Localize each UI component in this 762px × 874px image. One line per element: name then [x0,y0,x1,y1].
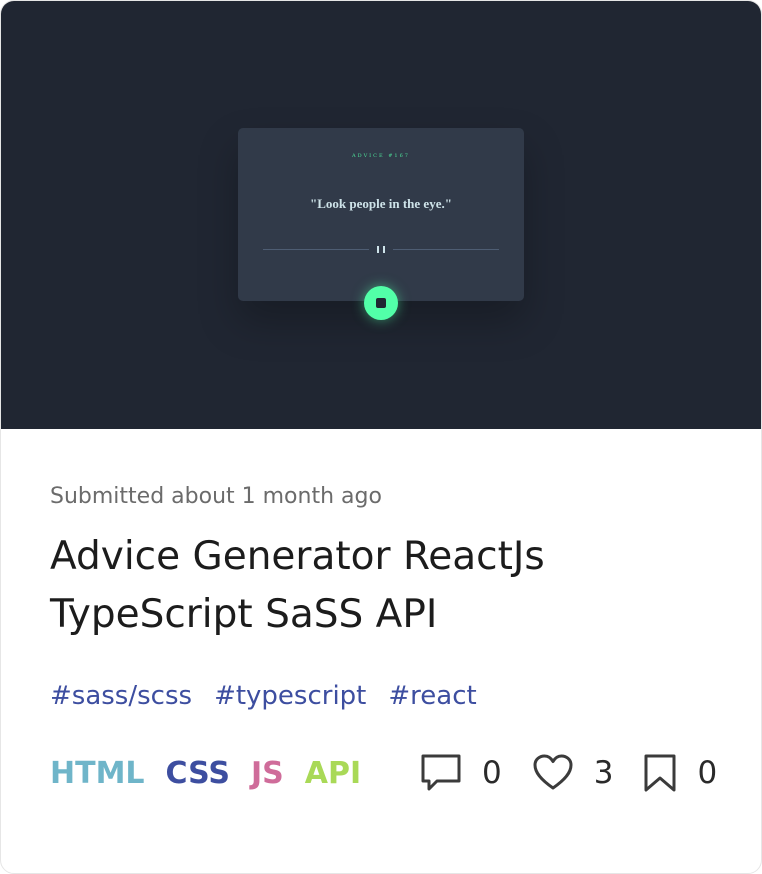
likes-count: 3 [593,755,614,791]
pause-icon [369,242,393,256]
heart-icon [533,754,573,790]
comment-icon [421,754,461,791]
language-css: CSS [165,756,230,791]
bookmark-icon [644,754,676,792]
submitted-time: Submitted about 1 month ago [50,484,382,509]
advice-heading: ADVICE #167 [352,153,410,159]
language-list: HTML CSS JS API [50,756,361,791]
bookmarks-count: 0 [697,755,718,791]
solution-title[interactable]: Advice Generator ReactJs TypeScript SaSS… [50,528,730,644]
language-html: HTML [50,756,145,791]
comments-count: 0 [482,755,502,791]
dice-icon [376,298,386,308]
preview-screenshot[interactable]: ADVICE #167 "Look people in the eye." [1,1,761,429]
bookmarks-stat[interactable]: 0 [643,753,717,793]
stats-bar: 0 3 0 [420,753,717,793]
advice-quote: "Look people in the eye." [310,196,452,211]
likes-stat[interactable]: 3 [532,754,614,792]
hashtag-list: #sass/scss #typescript #react [50,681,477,711]
solution-card[interactable]: ADVICE #167 "Look people in the eye." Su… [0,0,762,874]
language-api: API [304,756,362,791]
language-js: JS [251,756,284,791]
advice-card-preview: ADVICE #167 "Look people in the eye." [238,128,524,320]
hashtag-typescript[interactable]: #typescript [214,681,366,711]
hashtag-react[interactable]: #react [388,681,476,711]
hashtag-sass-scss[interactable]: #sass/scss [50,681,192,711]
comments-stat[interactable]: 0 [420,753,502,793]
dice-button [364,286,398,320]
